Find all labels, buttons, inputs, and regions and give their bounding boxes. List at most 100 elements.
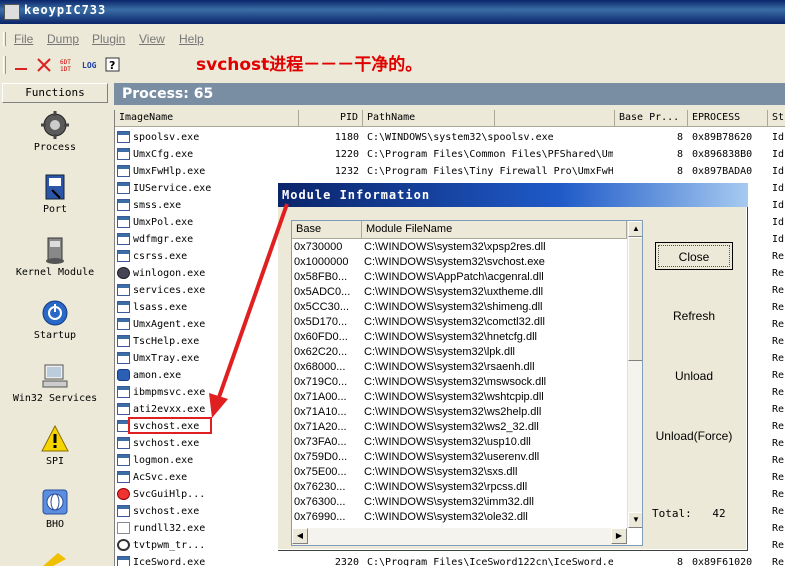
table-row[interactable]: UmxCfg.exe 1220 C:\Program Files\Common Fi… <box>115 146 785 163</box>
col-pid-wrap: PID PathName <box>299 110 495 127</box>
partial-icon <box>43 553 66 566</box>
module-filename: C:\WINDOWS\system32\ws2help.dll <box>364 406 542 418</box>
log-icon[interactable]: LOG <box>81 56 101 74</box>
list-item[interactable]: 0x71A20... C:\WINDOWS\system32\ws2_32.dll <box>292 420 627 435</box>
x-icon[interactable] <box>35 56 53 74</box>
svg-text:1DT: 1DT <box>60 66 71 73</box>
list-item[interactable]: 0x76300... C:\WINDOWS\system32\imm32.dll <box>292 495 627 510</box>
unload-button[interactable]: Unload <box>655 362 733 390</box>
scroll-left-icon[interactable]: ◀ <box>292 528 308 544</box>
vertical-scrollbar[interactable]: ▲ ▼ <box>627 221 642 528</box>
cell-pathname: C:\Program Files\Common Files\PFShared\U… <box>367 149 613 160</box>
list-item[interactable]: 0x719C0... C:\WINDOWS\system32\mswsock.dl… <box>292 375 627 390</box>
table-row[interactable]: IceSword.exe 2320 C:\Program Files\IceSwor… <box>115 554 785 566</box>
cell-imagename: UmxCfg.exe <box>133 149 194 160</box>
col-status[interactable]: St <box>768 110 785 127</box>
module-filename: C:\WINDOWS\system32\shimeng.dll <box>364 301 543 313</box>
app-icon <box>4 4 20 20</box>
cell-status: Re <box>772 302 785 313</box>
scroll-up-icon[interactable]: ▲ <box>628 221 642 237</box>
disk-icon <box>46 237 64 264</box>
process-icon <box>117 250 130 262</box>
list-item[interactable]: 0x730000 C:\WINDOWS\system32\xpsp2res.dll <box>292 240 627 255</box>
col-base-priority[interactable]: Base Pr... <box>615 110 688 127</box>
scroll-down-icon[interactable]: ▼ <box>628 512 642 528</box>
function-spi[interactable]: SPI <box>0 424 110 467</box>
total-label: Total: <box>652 507 692 520</box>
list-item[interactable]: 0x76230... C:\WINDOWS\system32\rpcss.dll <box>292 480 627 495</box>
menu-bar: File Dump Plugin View Help <box>0 30 785 48</box>
col-imagename[interactable]: ImageName <box>115 110 299 127</box>
title-bar: keoypIC733 <box>0 0 785 24</box>
function-startup[interactable]: Startup <box>0 298 110 341</box>
module-filename: C:\WINDOWS\system32\rpcss.dll <box>364 481 528 493</box>
cell-imagename: services.exe <box>133 285 206 296</box>
gear-icon <box>41 111 69 139</box>
list-item[interactable]: 0x759D0... C:\WINDOWS\system32\userenv.dl… <box>292 450 627 465</box>
function-bho[interactable]: BHO <box>0 487 110 530</box>
col-base[interactable]: Base <box>292 221 362 239</box>
scroll-right-icon[interactable]: ▶ <box>611 528 627 544</box>
cell-pathname: C:\Program Files\Tiny Firewall Pro\UmxFw… <box>367 166 613 177</box>
book-icon <box>45 174 65 200</box>
list-item[interactable]: 0x71A10... C:\WINDOWS\system32\ws2help.dl… <box>292 405 627 420</box>
cell-imagename: ibmpmsvc.exe <box>133 387 206 398</box>
cell-imagename: spoolsv.exe <box>133 132 200 143</box>
menu-file[interactable]: File <box>14 32 33 46</box>
cell-status: Id <box>772 149 785 160</box>
scroll-thumb[interactable] <box>628 237 642 361</box>
list-item[interactable]: 0x76990... C:\WINDOWS\system32\ole32.dll <box>292 510 627 525</box>
help-icon[interactable]: ? <box>104 56 122 74</box>
list-item[interactable]: 0x5D170... C:\WINDOWS\system32\comctl32.d… <box>292 315 627 330</box>
function-kernel-module[interactable]: Kernel Module <box>0 235 110 278</box>
list-item[interactable]: 0x1000000 C:\WINDOWS\system32\svchost.exe <box>292 255 627 270</box>
module-base: 0x71A00... <box>294 391 347 403</box>
col-pathname[interactable]: PathName <box>367 110 415 126</box>
list-item[interactable]: 0x5ADC0... C:\WINDOWS\system32\uxtheme.dl… <box>292 285 627 300</box>
module-base: 0x68000... <box>294 361 346 373</box>
dump-icon[interactable]: 6DT 1DT <box>58 56 76 74</box>
table-row[interactable]: UmxFwHlp.exe 1232 C:\Program Files\Tiny Fi… <box>115 163 785 180</box>
cell-status: Re <box>772 472 785 483</box>
cell-status: Re <box>772 387 785 398</box>
cell-base-priority: 8 <box>676 166 683 177</box>
refresh-button[interactable]: Refresh <box>655 302 733 330</box>
process-icon <box>117 301 130 313</box>
col-module-filename[interactable]: Module FileName <box>362 221 627 239</box>
cell-pid: 2320 <box>334 557 359 566</box>
module-base: 0x75E00... <box>294 466 347 478</box>
list-item[interactable]: 0x62C20... C:\WINDOWS\system32\lpk.dll <box>292 345 627 360</box>
col-eprocess[interactable]: EPROCESS <box>688 110 768 127</box>
col-path-filler <box>495 110 615 127</box>
list-item[interactable]: 0x68000... C:\WINDOWS\system32\rsaenh.dll <box>292 360 627 375</box>
red-annotation: svchost进程－－－干净的。 <box>196 55 423 75</box>
function-win32-services[interactable]: Win32 Services <box>0 361 110 404</box>
module-filename: C:\WINDOWS\system32\lpk.dll <box>364 346 515 358</box>
process-icon <box>117 522 130 534</box>
close-button[interactable]: Close <box>655 242 733 270</box>
menu-dump[interactable]: Dump <box>47 32 79 46</box>
unload-force-button[interactable]: Unload(Force) <box>648 422 740 450</box>
cell-imagename: IceSword.exe <box>133 557 206 566</box>
module-filename: C:\WINDOWS\system32\ole32.dll <box>364 511 528 523</box>
menu-view[interactable]: View <box>139 32 165 46</box>
dash-icon[interactable] <box>12 56 30 74</box>
table-row[interactable]: spoolsv.exe 1180 C:\WINDOWS\system32\spool… <box>115 129 785 146</box>
list-item[interactable]: 0x71A00... C:\WINDOWS\system32\wshtcpip.d… <box>292 390 627 405</box>
list-item[interactable]: 0x58FB0... C:\WINDOWS\AppPatch\acgenral.d… <box>292 270 627 285</box>
function-process-label: Process <box>33 142 77 153</box>
horizontal-scrollbar[interactable]: ◀ ▶ <box>292 528 627 545</box>
list-item[interactable]: 0x75E00... C:\WINDOWS\system32\sxs.dll <box>292 465 627 480</box>
window-title: keoypIC733 <box>24 3 107 17</box>
cell-status: Re <box>772 557 785 566</box>
menu-plugin[interactable]: Plugin <box>92 32 125 46</box>
list-item[interactable]: 0x5CC30... C:\WINDOWS\system32\shimeng.dl… <box>292 300 627 315</box>
function-port[interactable]: Port <box>0 172 110 215</box>
function-process[interactable]: Process <box>0 110 110 153</box>
menu-help[interactable]: Help <box>179 32 204 46</box>
cell-eprocess: 0x89B78620 <box>692 132 753 143</box>
list-item[interactable]: 0x60FD0... C:\WINDOWS\system32\hnetcfg.dl… <box>292 330 627 345</box>
col-pid[interactable]: PID <box>299 110 363 126</box>
module-filename: C:\WINDOWS\system32\rsaenh.dll <box>364 361 535 373</box>
list-item[interactable]: 0x73FA0... C:\WINDOWS\system32\usp10.dll <box>292 435 627 450</box>
